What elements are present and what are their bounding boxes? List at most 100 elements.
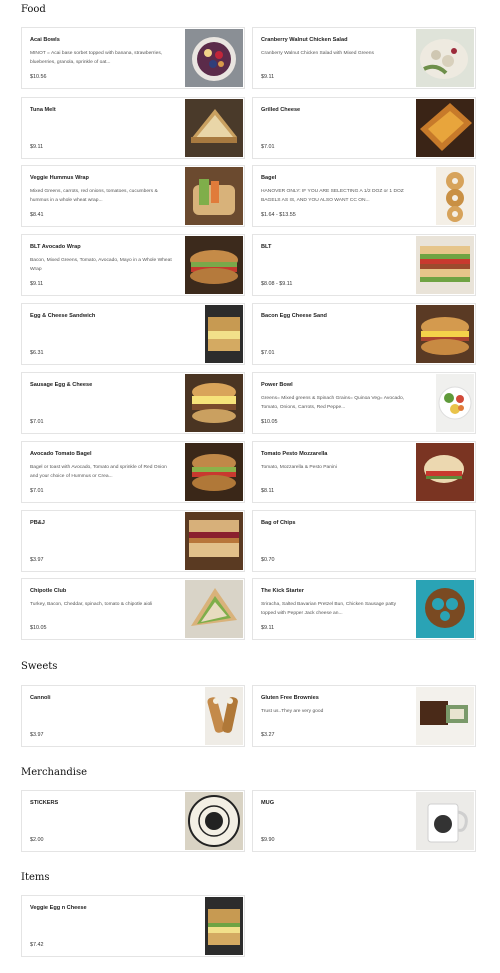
item-name: Bacon Egg Cheese Sand: [261, 313, 327, 319]
item-price: $7.01: [30, 419, 44, 425]
menu-item-card-veggie-hummus-wrap[interactable]: Veggie Hummus Wrap Mixed Greens, carrots…: [21, 165, 245, 227]
item-price: $3.97: [30, 557, 44, 563]
menu-item-card-blt-avocado-wrap[interactable]: BLT Avocado Wrap Bacon, Mixed Greens, To…: [21, 234, 245, 296]
section-title-sweets: Sweets: [21, 661, 58, 672]
sausage-egg-cheese-photo: [185, 374, 243, 432]
item-description: Mixed Greens, carrots, red onions, tomat…: [30, 189, 158, 203]
menu-item-card-stickers[interactable]: STICKERS $2.00: [21, 790, 245, 852]
item-description: Bagel or toast with Avocado, Tomato and …: [30, 465, 167, 479]
menu-item-card-egg-cheese-sandwich[interactable]: Egg & Cheese Sandwich $6.31: [21, 303, 245, 365]
item-name: Avocado Tomato Bagel: [30, 451, 92, 457]
item-price: $9.11: [261, 74, 275, 80]
item-name: Veggie Egg n Cheese: [30, 905, 87, 911]
item-price: $9.11: [30, 144, 44, 150]
item-price: $9.11: [261, 625, 275, 631]
menu-item-card-bagel[interactable]: Bagel HANOVER ONLY: IF YOU ARE SELECTING…: [252, 165, 476, 227]
item-price: $10.05: [30, 625, 47, 631]
item-description: Tomato, Mozzarella & Pesto Panini: [261, 465, 337, 470]
item-description: Cranberry Walnut Chicken Salad with Mixe…: [261, 51, 374, 56]
menu-item-card-grilled-cheese[interactable]: Grilled Cheese $7.01: [252, 97, 476, 159]
grilled-cheese-photo: [416, 99, 474, 157]
item-price: $10.05: [261, 419, 278, 425]
item-price: $10.56: [30, 74, 47, 80]
item-description: Bacon, Mixed Greens, Tomato, Avocado, Ma…: [30, 258, 172, 272]
item-name: STICKERS: [30, 800, 59, 806]
menu-item-card-cranberry-walnut-chicken-salad[interactable]: Cranberry Walnut Chicken Salad Cranberry…: [252, 27, 476, 89]
menu-item-card-sausage-egg-cheese[interactable]: Sausage Egg & Cheese $7.01: [21, 372, 245, 434]
item-description: HANOVER ONLY: IF YOU ARE SELECTING A 1/2…: [261, 189, 404, 203]
item-name: BLT: [261, 244, 272, 250]
chicken-salad-photo: [416, 29, 474, 87]
tuna-melt-photo: [185, 99, 243, 157]
bacon-egg-cheese-photo: [416, 305, 474, 363]
power-bowl-photo: [436, 374, 474, 432]
menu-item-card-gluten-free-brownies[interactable]: Gluten Free Brownies Trust us..They are …: [252, 685, 476, 747]
menu-item-card-avocado-tomato-bagel[interactable]: Avocado Tomato Bagel Bagel or toast with…: [21, 441, 245, 503]
menu-item-card-tuna-melt[interactable]: Tuna Melt $9.11: [21, 97, 245, 159]
item-name: PB&J: [30, 520, 45, 526]
avocado-tomato-bagel-photo: [185, 443, 243, 501]
item-price: $9.11: [30, 281, 44, 287]
item-name: Chipotle Club: [30, 588, 67, 594]
item-price: $1.64 - $13.55: [261, 212, 296, 218]
item-name: Gluten Free Brownies: [261, 695, 319, 701]
item-price: $9.90: [261, 837, 275, 843]
menu-item-card-tomato-pesto-mozzarella[interactable]: Tomato Pesto Mozzarella Tomato, Mozzarel…: [252, 441, 476, 503]
menu-item-card-mug[interactable]: MUG $9.90: [252, 790, 476, 852]
section-title-merchandise: Merchandise: [21, 767, 88, 778]
blt-photo: [416, 236, 474, 294]
item-name: Power Bowl: [261, 382, 293, 388]
item-name: Sausage Egg & Cheese: [30, 382, 93, 388]
item-price: $3.97: [30, 732, 44, 738]
item-name: BLT Avocado Wrap: [30, 244, 81, 250]
menu-item-card-blt[interactable]: BLT $8.08 - $9.11: [252, 234, 476, 296]
item-price: $2.00: [30, 837, 44, 843]
menu-item-card-acai-bowls[interactable]: Acai Bowls MINOT = Acai base sorbet topp…: [21, 27, 245, 89]
brownies-photo: [416, 687, 474, 745]
item-price: $8.41: [30, 212, 44, 218]
item-name: Egg & Cheese Sandwich: [30, 313, 96, 319]
item-description: Trust us..They are very good: [261, 709, 324, 714]
item-name: MUG: [261, 800, 275, 806]
item-description: Turkey, Bacon, Cheddar, spinach, tomato …: [30, 602, 153, 607]
chipotle-club-photo: [185, 580, 243, 638]
item-description: Greens= Mixed greens & Spinach Grains= Q…: [261, 396, 405, 410]
item-price: $8.08 - $9.11: [261, 281, 293, 287]
item-price: $7.01: [261, 144, 275, 150]
menu-item-card-pbj[interactable]: PB&J $3.97: [21, 510, 245, 572]
item-name: Cranberry Walnut Chicken Salad: [261, 37, 348, 43]
menu-item-card-power-bowl[interactable]: Power Bowl Greens= Mixed greens & Spinac…: [252, 372, 476, 434]
menu-item-card-bag-of-chips[interactable]: Bag of Chips $0.70: [252, 510, 476, 572]
egg-cheese-sandwich-photo: [205, 305, 243, 363]
bagel-photo: [436, 167, 474, 225]
item-name: Tomato Pesto Mozzarella: [261, 451, 328, 457]
item-name: Tuna Melt: [30, 107, 56, 113]
blt-avocado-wrap-photo: [185, 236, 243, 294]
veggie-egg-cheese-photo: [205, 897, 243, 955]
item-name: The Kick Starter: [261, 588, 304, 594]
item-name: Acai Bowls: [30, 37, 60, 43]
sticker-logo-photo: [185, 792, 243, 850]
menu-item-card-chipotle-club[interactable]: Chipotle Club Turkey, Bacon, Cheddar, sp…: [21, 578, 245, 640]
item-price: $7.42: [30, 942, 44, 948]
item-description: MINOT = Acai base sorbet topped with ban…: [30, 51, 163, 65]
item-description: Sriracha, Salted Bavarian Pretzel Bun, C…: [261, 602, 397, 616]
menu-item-card-the-kick-starter[interactable]: The Kick Starter Sriracha, Salted Bavari…: [252, 578, 476, 640]
item-price: $0.70: [261, 557, 275, 563]
item-name: Bag of Chips: [261, 520, 296, 526]
section-title-items: Items: [21, 872, 50, 883]
item-price: $7.01: [30, 488, 44, 494]
item-price: $3.27: [261, 732, 275, 738]
pbj-photo: [185, 512, 243, 570]
item-name: Bagel: [261, 175, 277, 181]
mug-photo: [416, 792, 474, 850]
item-price: $7.01: [261, 350, 275, 356]
menu-item-card-veggie-egg-n-cheese[interactable]: Veggie Egg n Cheese $7.42: [21, 895, 245, 957]
item-name: Veggie Hummus Wrap: [30, 175, 89, 181]
item-name: Grilled Cheese: [261, 107, 301, 113]
hummus-wrap-photo: [185, 167, 243, 225]
kick-starter-photo: [416, 580, 474, 638]
item-price: $8.11: [261, 488, 275, 494]
menu-item-card-cannoli[interactable]: Cannoli $3.97: [21, 685, 245, 747]
menu-item-card-bacon-egg-cheese-sand[interactable]: Bacon Egg Cheese Sand $7.01: [252, 303, 476, 365]
